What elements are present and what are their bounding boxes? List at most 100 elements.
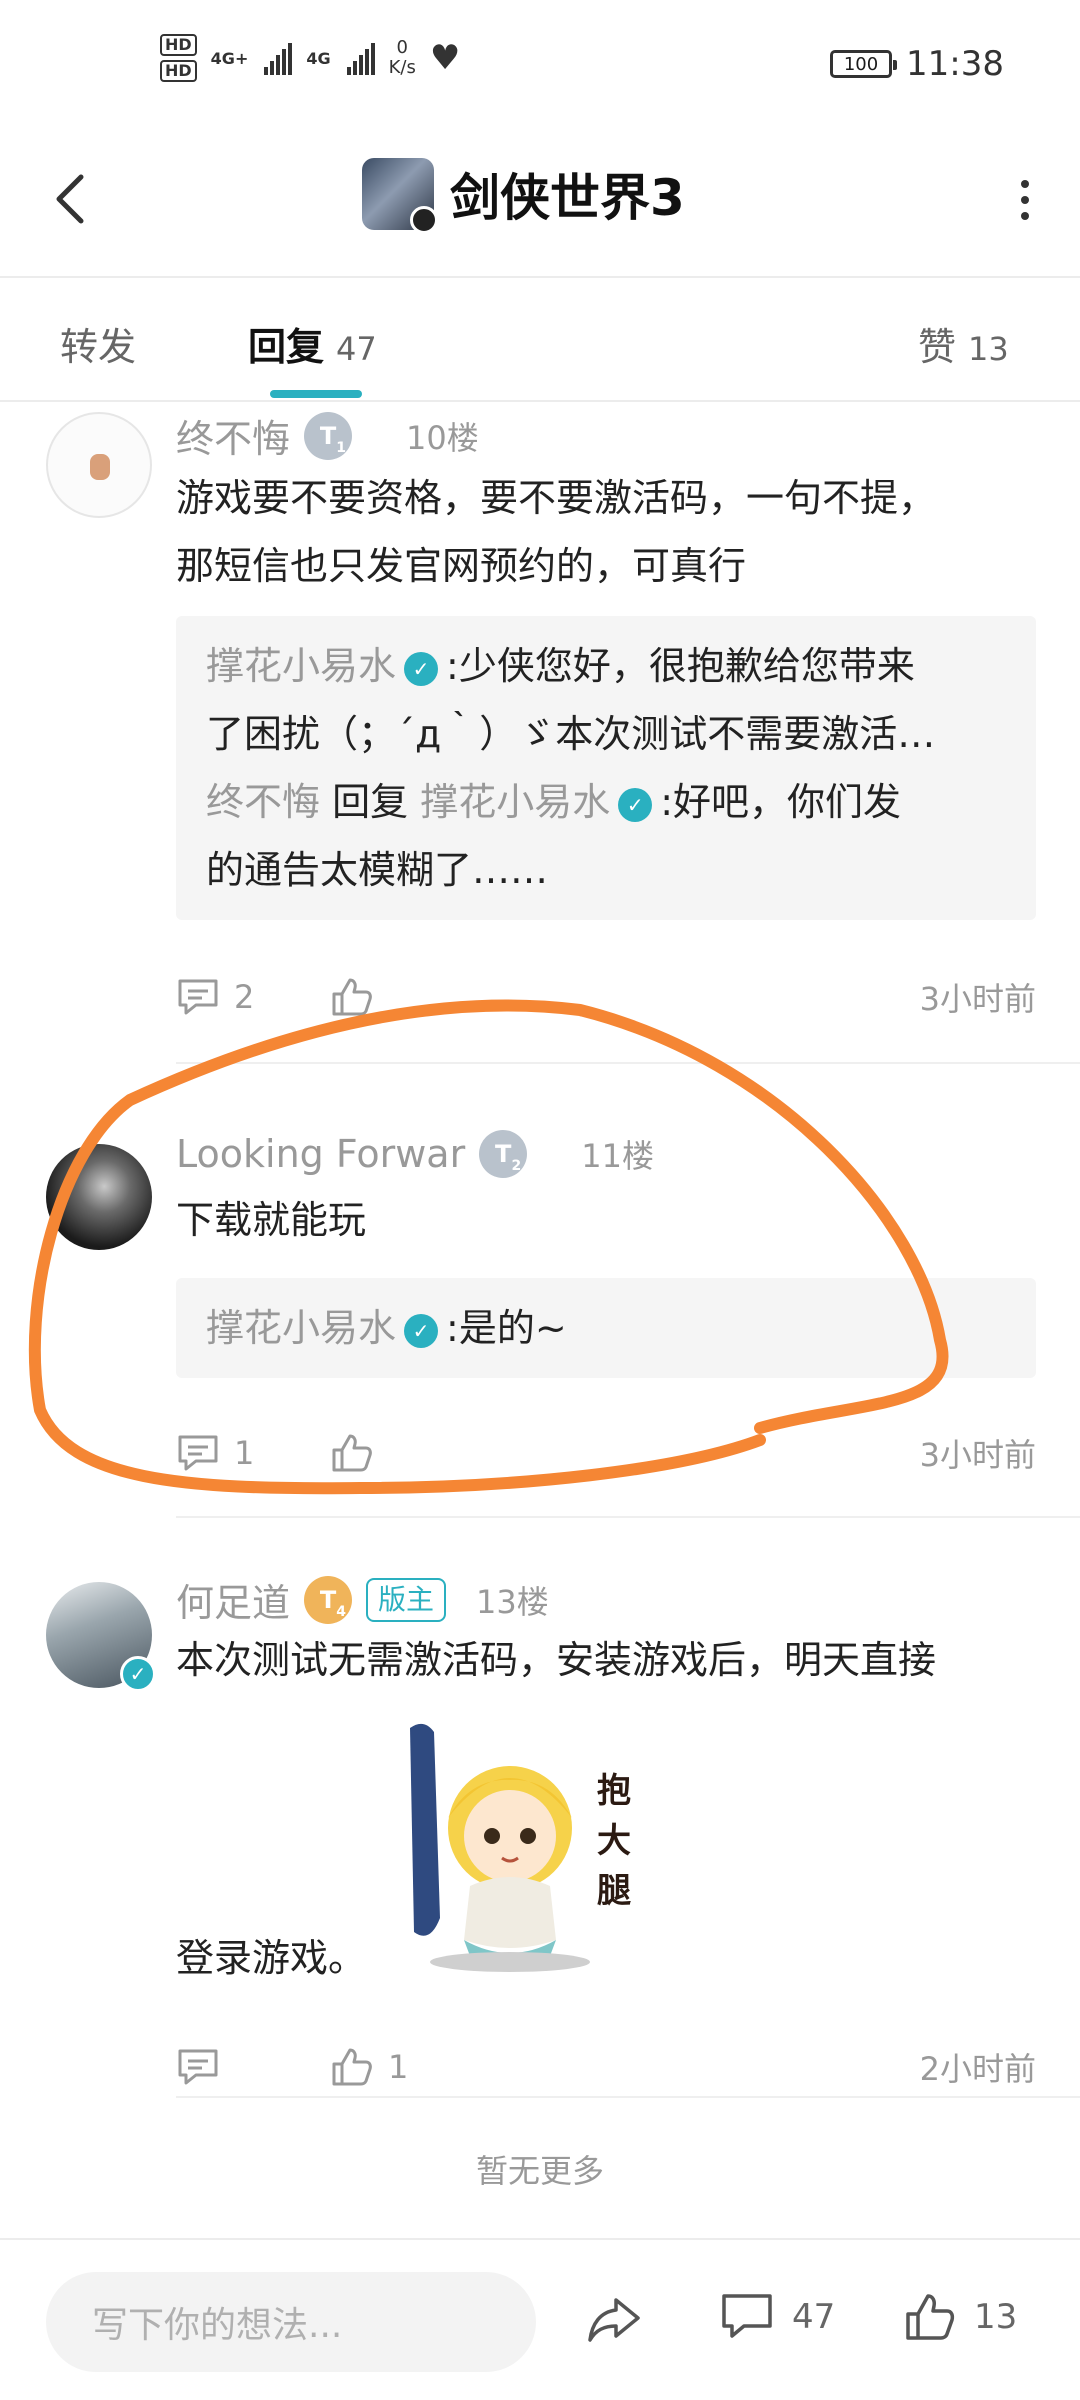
game-avatar-icon [362,158,438,234]
comment-text-line: 本次测试无需激活码，安装游戏后，明天直接 [176,1638,937,1682]
tab-like-label: 赞 [918,325,957,369]
comment-actions: 1 3小时前 [176,1428,1036,1478]
tab-like[interactable]: 赞 13 [918,316,1009,371]
status-bar: HD HD 4G+ 4G 0 K/s ♥ 100 11:38 [0,0,1080,120]
comment-divider [176,1062,1080,1064]
level-badge-icon: T1 [304,411,353,460]
comment-bubble-icon [178,979,218,1015]
bottom-comment-count: 47 [792,2297,836,2337]
avatar[interactable] [46,1144,152,1250]
page-title: 剑侠世界3 [450,169,685,227]
reply-preview-box[interactable]: 撑花小易水 ✓:少侠您好，很抱歉给您带来 了困扰（；´д｀）ゞ本次测试不需要激活…… [176,616,1036,920]
reply-target[interactable]: 撑花小易水 [420,780,610,824]
reply-author[interactable]: 终不悔 [206,780,320,824]
tab-like-count: 13 [968,330,1009,368]
share-button[interactable] [586,2296,642,2348]
bottom-like-button[interactable]: 13 [904,2292,1017,2342]
verified-icon: ✓ [618,787,653,822]
reply-preview-line: 撑花小易水 ✓:是的~ [206,1294,1006,1362]
comment-text-line: 游戏要不要资格，要不要激活码，一句不提， [176,476,937,520]
comment-bubble-icon [178,2049,218,2085]
like-count: 1 [388,2048,409,2086]
sticker-text-1: 抱 [597,1771,631,1811]
reply-text-line: 的通告太模糊了…… [206,848,549,892]
reply-preview-line: 终不悔 回复 撑花小易水 ✓:好吧，你们发 [206,768,1006,836]
thumbs-up-icon [332,978,373,1016]
sticker-text-3: 腿 [597,1871,631,1911]
level-letter: T [495,1140,512,1168]
network-type-1: 4G+ [210,48,249,68]
like-button[interactable]: 1 [330,2046,408,2088]
level-badge-icon: T2 [479,1130,528,1178]
verified-icon: ✓ [404,651,439,686]
level-badge-icon: T4 [304,1575,353,1624]
comment-text: 游戏要不要资格，要不要激活码，一句不提， 那短信也只发官网预约的，可真行 [176,464,1024,600]
comment-bubble-icon [178,1435,218,1471]
comment-username[interactable]: 终不悔 [176,408,290,463]
moderator-tag: 版主 [366,1577,447,1622]
like-button[interactable] [330,976,388,1018]
tab-reply-label: 回复 [248,325,325,369]
no-more-text: 暂无更多 [475,2152,604,2190]
comment-time: 3小时前 [919,1436,1036,1474]
header-center[interactable]: 剑侠世界3 [362,158,685,234]
comment-text: 登录游戏。 [176,1924,1024,1992]
thumbs-up-icon [332,2048,372,2086]
reply-preview-line: 撑花小易水 ✓:少侠您好，很抱歉给您带来 [206,632,1006,700]
comment-button[interactable]: 1 [176,1433,254,1473]
reply-author[interactable]: 撑花小易水 [206,1306,396,1350]
floor-number: 13楼 [476,1582,549,1621]
chevron-left-icon [56,174,84,224]
reply-text-line: 了困扰（；´д｀）ゞ本次测试不需要激活… [206,712,936,756]
health-heart-icon: ♥ [429,38,461,78]
avatar[interactable] [46,412,152,518]
battery-level: 100 [843,53,879,75]
comment-count: 1 [234,1434,255,1472]
tab-forward[interactable]: 转发 [60,316,136,371]
bottom-comment-button[interactable]: 47 [720,2292,835,2342]
comment-header: 何足道 T4 版主 13楼 [176,1572,549,1627]
speed-unit: K/s [388,57,416,78]
thumbs-up-icon [332,1434,373,1472]
comment-input[interactable]: 写下你的想法... [46,2272,536,2372]
reply-text: :少侠您好，很抱歉给您带来 [446,644,915,688]
signal-icon [264,41,293,75]
verified-icon: ✓ [120,1656,156,1692]
comment-username[interactable]: Looking Forwar [176,1132,465,1176]
like-button[interactable] [330,1432,388,1474]
comment-button[interactable] [176,2047,234,2087]
signal-icon-2 [346,41,375,75]
comment-input-placeholder: 写下你的想法... [92,2305,343,2346]
comment-actions: 2 3小时前 [176,972,1036,1022]
reply-word: 回复 [332,780,409,824]
bottom-like-count: 13 [974,2297,1018,2337]
comment-text-line: 登录游戏。 [176,1936,367,1980]
tab-reply-count: 47 [336,330,377,368]
more-options-button[interactable] [1000,170,1050,230]
comment-username[interactable]: 何足道 [176,1572,290,1627]
network-speed: 0 K/s [389,38,416,78]
more-dot-icon [1021,212,1029,220]
comment-actions: 1 2小时前 [176,2042,1036,2092]
comment-count: 2 [234,978,255,1016]
reply-author[interactable]: 撑花小易水 [206,644,396,688]
battery-icon: 100 [830,50,898,78]
hd-badge-1: HD [160,34,197,56]
comment-divider [176,1516,1080,1518]
avatar[interactable]: ✓ [46,1582,156,1692]
tab-reply[interactable]: 回复 47 [248,316,377,371]
tab-active-indicator [270,390,362,398]
reply-preview-box[interactable]: 撑花小易水 ✓:是的~ [176,1278,1036,1378]
comment-text: 本次测试无需激活码，安装游戏后，明天直接 [176,1626,1024,1694]
tab-forward-label: 转发 [60,325,137,369]
comment-text-line: 那短信也只发官网预约的，可真行 [176,544,747,588]
hd-badge-2: HD [160,60,197,82]
reply-text: :是的~ [446,1306,567,1350]
comment-header: Looking Forwar T2 11楼 [176,1130,654,1178]
share-arrow-icon [588,2298,640,2342]
status-right: 100 11:38 [830,44,1004,84]
reply-text: :好吧，你们发 [660,780,902,824]
comment-button[interactable]: 2 [176,977,254,1017]
back-button[interactable] [40,164,100,234]
comment-text: 下载就能玩 [176,1186,1024,1254]
